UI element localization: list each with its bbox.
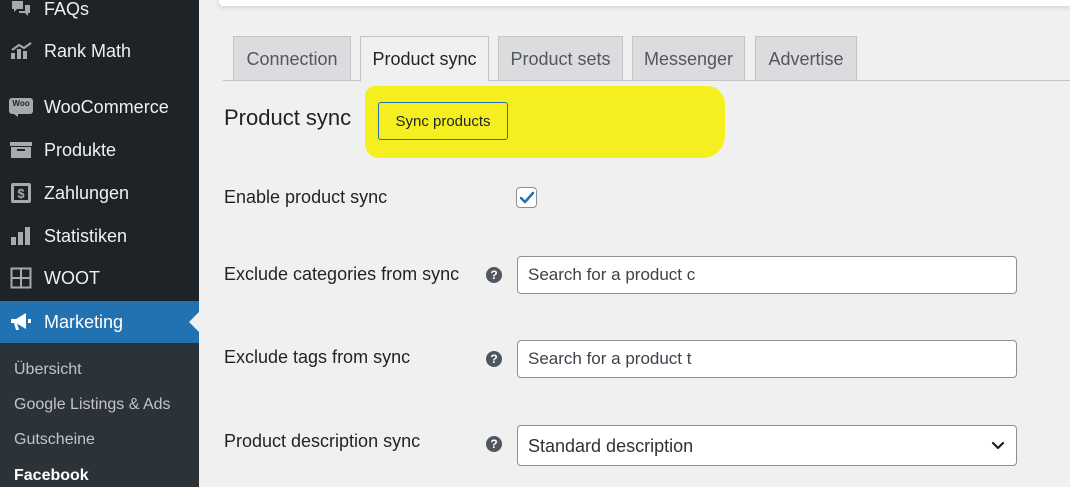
exclude-categories-field[interactable] [517,256,1017,294]
menu-item-label: Produkte [44,139,117,160]
menu-item-label: Zahlungen [44,182,130,203]
main-content: Connection Product sync Product sets Mes… [199,0,1070,487]
help-icon[interactable]: ? [486,351,502,367]
tab-product-sets[interactable]: Product sets [498,36,623,81]
archive-icon [8,137,34,163]
menu-item-woocommerce[interactable]: Woo WooCommerce [0,86,199,128]
menu-item-zahlungen[interactable]: $ Zahlungen [0,172,199,214]
help-icon[interactable]: ? [486,436,502,452]
sync-products-button[interactable]: Sync products [378,102,508,140]
submenu-item-facebook[interactable]: Facebook [14,467,89,485]
dollar-icon: $ [8,180,34,206]
comments-icon [8,0,34,22]
checkmark-icon [519,191,534,203]
exclude-categories-label: Exclude categories from sync [224,264,460,284]
menu-item-label: WOOT [44,267,100,288]
tab-product-sync[interactable]: Product sync [360,36,489,82]
exclude-tags-field[interactable] [517,340,1017,378]
enable-sync-checkbox[interactable] [516,187,537,208]
tab-messenger[interactable]: Messenger [632,36,745,81]
submenu-item-ubersicht[interactable]: Übersicht [14,361,82,379]
exclude-tags-label: Exclude tags from sync [224,347,411,367]
exclude-categories-input[interactable] [528,257,696,293]
submenu-item-gutscheine[interactable]: Gutscheine [14,431,95,449]
menu-item-marketing[interactable]: Marketing [0,301,199,343]
menu-item-label: FAQs [44,0,90,19]
description-sync-value: Standard description [528,436,694,456]
rank-math-icon [8,38,34,64]
megaphone-icon [8,309,34,335]
exclude-tags-input[interactable] [528,341,696,377]
tab-connection[interactable]: Connection [233,36,351,81]
menu-item-label: Statistiken [44,225,128,246]
menu-item-produkte[interactable]: Produkte [0,129,199,171]
section-title: Product sync [224,105,352,130]
help-icon[interactable]: ? [486,267,502,283]
submenu-item-google-listings[interactable]: Google Listings & Ads [14,396,171,414]
svg-text:$: $ [17,186,25,201]
woocommerce-icon: Woo [8,94,34,120]
menu-item-label: Rank Math [44,40,132,61]
bar-chart-icon [8,223,34,249]
menu-item-label: WooCommerce [44,96,169,117]
chevron-down-icon [991,441,1005,450]
menu-item-label: Marketing [44,311,124,332]
menu-item-faqs[interactable]: FAQs [0,0,199,30]
woo-badge-text: Woo [12,99,30,108]
admin-sidebar: FAQs Rank Math Woo WooCommerce Produkte … [0,0,199,487]
grid-icon [8,265,34,291]
description-sync-label: Product description sync [224,431,421,451]
top-card [219,0,1070,6]
menu-item-rank-math[interactable]: Rank Math [0,30,199,72]
description-sync-select[interactable]: Standard description [517,425,1017,466]
settings-tabs: Connection Product sync Product sets Mes… [199,36,1070,82]
marketing-submenu: Übersicht Google Listings & Ads Gutschei… [0,343,199,487]
menu-item-statistiken[interactable]: Statistiken [0,215,199,257]
tab-advertise[interactable]: Advertise [755,36,857,81]
menu-item-woot[interactable]: WOOT [0,257,199,299]
enable-sync-label: Enable product sync [224,187,388,207]
